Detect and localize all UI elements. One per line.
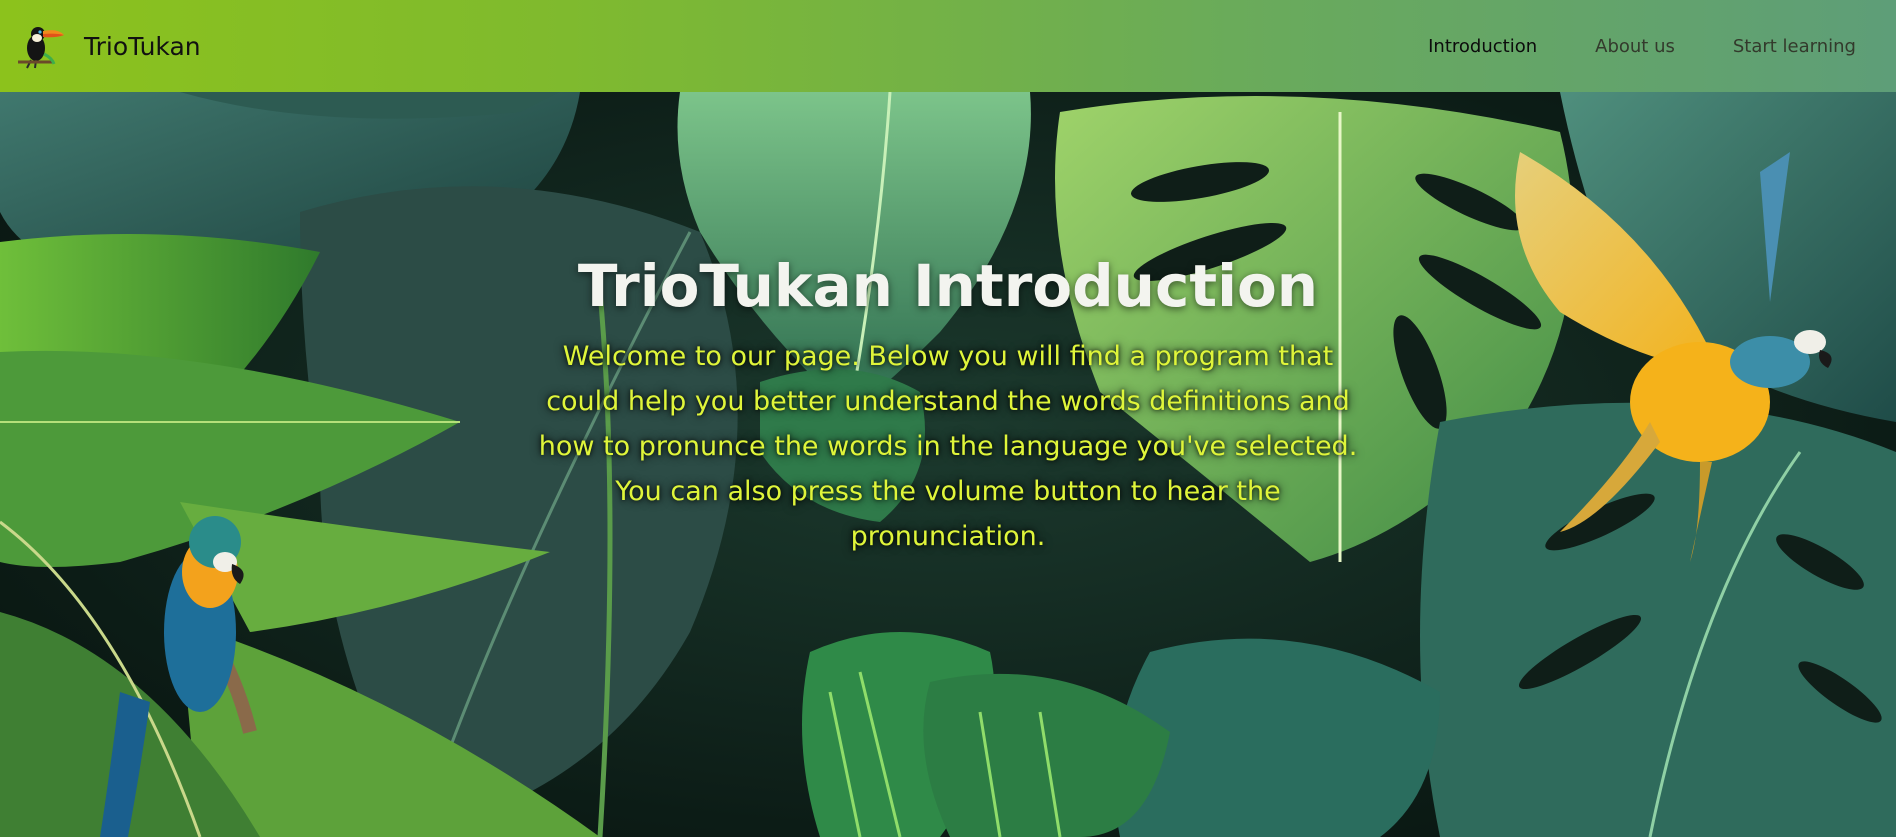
brand[interactable]: TrioTukan <box>14 18 201 74</box>
hero-text: TrioTukan Introduction Welcome to our pa… <box>520 252 1376 559</box>
hero-description: Welcome to our page. Below you will find… <box>538 341 1358 552</box>
top-navbar: TrioTukan Introduction About us Start le… <box>0 0 1896 92</box>
nav-start-learning[interactable]: Start learning <box>1733 36 1856 57</box>
hero-section: TrioTukan Introduction Welcome to our pa… <box>0 92 1896 837</box>
nav-links: Introduction About us Start learning <box>1370 36 1856 57</box>
brand-name: TrioTukan <box>84 31 201 61</box>
nav-introduction[interactable]: Introduction <box>1428 36 1537 57</box>
page-title: TrioTukan Introduction <box>577 252 1319 320</box>
toucan-icon <box>14 18 66 74</box>
nav-about-us[interactable]: About us <box>1595 36 1675 57</box>
